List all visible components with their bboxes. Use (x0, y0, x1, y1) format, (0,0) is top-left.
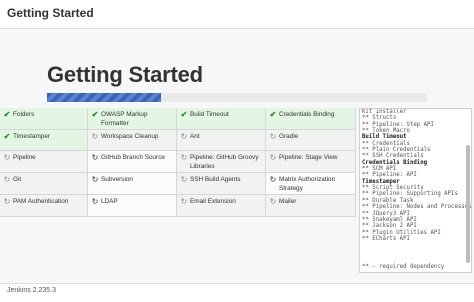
plugin-item: ✔ OWASP Markup Formatter (88, 108, 177, 130)
plugin-item: ↻ Git (0, 173, 88, 195)
plugin-label: Workspace Cleanup (101, 133, 159, 140)
check-icon: ✔ (3, 132, 11, 141)
plugin-label: Gradle (279, 133, 299, 140)
install-log[interactable]: Kit Installer ** Structs ** Pipeline: Step… (359, 108, 472, 273)
plugin-item: ✔ Timestamper (0, 130, 88, 151)
log-line: ** Pipeline: Supporting APIs (362, 191, 458, 198)
plugin-item: ↻ LDAP (88, 195, 177, 217)
plugin-item: ↻ Matrix Authorization Strategy (266, 173, 356, 195)
plugin-label: Matrix Authorization Strategy (279, 176, 336, 192)
plugin-label: Pipeline (13, 154, 36, 161)
install-progress-fill (47, 93, 161, 102)
check-icon: ✔ (3, 110, 11, 119)
plugin-item: ↻ Pipeline: GitHub Groovy Libraries (177, 151, 266, 173)
refresh-icon: ↻ (269, 175, 277, 184)
plugin-label: Git (13, 176, 22, 183)
plugin-item: ↻ Mailer (266, 195, 356, 217)
plugin-item: ↻ Gradle (266, 130, 356, 151)
plugin-label: SSH Build Agents (190, 176, 241, 183)
install-progress-bar (47, 93, 427, 102)
refresh-icon: ↻ (91, 132, 99, 141)
refresh-icon: ↻ (269, 132, 277, 141)
plugin-item: ✔ Folders (0, 108, 88, 130)
plugin-label: LDAP (101, 198, 118, 205)
plugin-item: ↻ Subversion (88, 173, 177, 195)
jenkins-version[interactable]: Jenkins 2.235.3 (7, 287, 56, 294)
refresh-icon: ↻ (3, 153, 11, 162)
refresh-icon: ↻ (180, 175, 188, 184)
plugin-item: ↻ PAM Authentication (0, 195, 88, 217)
refresh-icon: ↻ (3, 197, 11, 206)
plugin-item: ↻ SSH Build Agents (177, 173, 266, 195)
plugin-label: Credentials Binding (279, 111, 335, 118)
plugin-label: Subversion (101, 176, 133, 183)
plugin-item: ↻ Ant (177, 130, 266, 151)
plugin-label: Email Extension (190, 198, 236, 205)
refresh-icon: ↻ (269, 197, 277, 206)
plugin-label: Pipeline: Stage View (279, 154, 338, 161)
app-title: Getting Started (7, 6, 94, 20)
refresh-icon: ↻ (180, 132, 188, 141)
log-scrollbar[interactable] (466, 145, 470, 263)
plugin-label: Mailer (279, 198, 297, 205)
plugin-item: ↻ Email Extension (177, 195, 266, 217)
plugin-item: ↻ Workspace Cleanup (88, 130, 177, 151)
plugin-label: GitHub Branch Source (101, 154, 165, 161)
refresh-icon: ↻ (180, 197, 188, 206)
refresh-icon: ↻ (91, 197, 99, 206)
top-bar: Getting Started (0, 0, 474, 29)
plugin-item: ↻ GitHub Branch Source (88, 151, 177, 173)
plugin-label: OWASP Markup Formatter (101, 111, 148, 127)
dependency-note: ** - required dependency (362, 263, 445, 270)
plugin-item: ↻ Pipeline (0, 151, 88, 173)
log-line: ** Pipeline: Nodes and Processes (362, 204, 472, 211)
plugin-label: Pipeline: GitHub Groovy Libraries (190, 154, 259, 170)
plugin-label: Timestamper (13, 133, 51, 140)
plugin-label: Folders (13, 111, 35, 118)
plugin-item: ✔ Credentials Binding (266, 108, 356, 130)
footer: Jenkins 2.235.3 (0, 283, 474, 302)
page-title: Getting Started (47, 62, 203, 87)
plugin-item: ✔ Build Timeout (177, 108, 266, 130)
plugin-label: PAM Authentication (13, 198, 69, 205)
refresh-icon: ↻ (3, 175, 11, 184)
log-line: ** ECharts API (362, 235, 410, 242)
refresh-icon: ↻ (91, 175, 99, 184)
plugin-grid: ✔ Folders ✔ OWASP Markup Formatter ✔ Build Ti… (0, 108, 356, 218)
refresh-icon: ↻ (91, 153, 99, 162)
plugin-label: Build Timeout (190, 111, 229, 118)
refresh-icon: ↻ (180, 153, 188, 162)
plugin-item: ↻ Pipeline: Stage View (266, 151, 356, 173)
check-icon: ✔ (269, 110, 277, 119)
plugin-label: Ant (190, 133, 200, 140)
check-icon: ✔ (180, 110, 188, 119)
check-icon: ✔ (91, 110, 99, 119)
refresh-icon: ↻ (269, 153, 277, 162)
